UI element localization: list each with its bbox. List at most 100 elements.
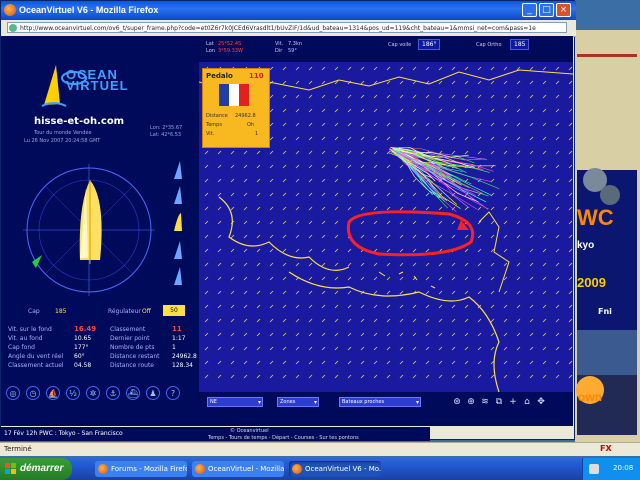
- wheel-tool-icon[interactable]: ✲: [86, 386, 100, 400]
- sail-icon-1[interactable]: [172, 160, 184, 180]
- tray-network-icon[interactable]: [589, 464, 599, 474]
- wind-arrow: [477, 262, 482, 267]
- wind-arrow: [451, 220, 456, 225]
- wind-arrow: [516, 360, 521, 365]
- regulateur-input[interactable]: 50: [163, 305, 185, 316]
- nearby-boats-select[interactable]: Bateaux proches: [339, 397, 421, 407]
- maximize-button[interactable]: □: [539, 3, 554, 17]
- wind-arrow: [399, 192, 404, 197]
- mast-tool-icon[interactable]: ⚓: [106, 386, 120, 400]
- sail-tool-icon[interactable]: ⛵: [46, 386, 60, 400]
- wind-arrow: [308, 94, 313, 99]
- map-zoom-icon[interactable]: ⊕: [465, 396, 477, 408]
- wind-arrow: [334, 318, 339, 323]
- sail-icon-2[interactable]: [172, 185, 184, 205]
- boat-info-popup[interactable]: Pedalo 110 Distance 24962.8 Temps Oh Vit…: [202, 68, 270, 148]
- taskbar-item-oceanvirtuel-v6[interactable]: OceanVirtuel V6 - Mo...: [289, 461, 381, 477]
- wind-arrow: [451, 262, 456, 267]
- url-input[interactable]: http://www.oceanvirtuel.com/ov6_t/super_…: [7, 22, 567, 33]
- wind-arrow: [204, 164, 209, 169]
- compass-rose[interactable]: [14, 160, 164, 300]
- wind-arrow: [386, 360, 391, 365]
- map-expand-icon[interactable]: ✥: [535, 396, 547, 408]
- wind-arrow: [386, 374, 391, 379]
- wind-arrow: [269, 374, 274, 379]
- wind-arrow: [321, 206, 326, 211]
- wind-arrow: [529, 346, 534, 351]
- wind-arrow: [464, 290, 469, 295]
- wind-arrow: [308, 150, 313, 155]
- compass-tool-icon[interactable]: ◎: [6, 386, 20, 400]
- map-home-icon[interactable]: ⌂: [521, 396, 533, 408]
- wind-arrow: [464, 150, 469, 155]
- wind-arrow: [269, 234, 274, 239]
- wind-arrow: [503, 220, 508, 225]
- wind-arrow: [269, 178, 274, 183]
- wind-arrow: [503, 234, 508, 239]
- minimize-button[interactable]: _: [522, 3, 537, 17]
- wind-arrow: [464, 346, 469, 351]
- close-button[interactable]: ×: [556, 3, 571, 17]
- wind-arrow: [282, 360, 287, 365]
- wind-arrow: [321, 234, 326, 239]
- wind-arrow: [295, 374, 300, 379]
- wind-arrow: [217, 206, 222, 211]
- regulateur-value[interactable]: Off: [142, 308, 151, 315]
- map-compass-icon[interactable]: ⊛: [451, 396, 463, 408]
- wind-arrow: [282, 276, 287, 281]
- title-bar[interactable]: OceanVirtuel V6 - Mozilla Firefox _ □ ×: [1, 1, 576, 20]
- half-tool-icon[interactable]: ½: [66, 386, 80, 400]
- map-cross-icon[interactable]: +: [507, 396, 519, 408]
- wind-arrow: [386, 332, 391, 337]
- header-cap-label: Cap voile: [388, 42, 412, 48]
- clock-tool-icon[interactable]: ◷: [26, 386, 40, 400]
- header-dir-label: Dir: [275, 48, 283, 54]
- start-button[interactable]: démarrer: [0, 458, 72, 480]
- person-tool-icon[interactable]: ♟: [146, 386, 160, 400]
- taskbar-item-oceanvirtuel[interactable]: OceanVirtuel - Mozilla...: [192, 461, 284, 477]
- header-cap-value[interactable]: 186°: [418, 39, 441, 50]
- sail-icon-3-selected[interactable]: [172, 212, 184, 232]
- start-label: démarrer: [20, 463, 64, 474]
- sail-icon-4[interactable]: [172, 240, 184, 260]
- wind-arrow: [399, 346, 404, 351]
- address-bar: http://www.oceanvirtuel.com/ov6_t/super_…: [1, 20, 576, 37]
- wind-arrow: [295, 290, 300, 295]
- cap-value[interactable]: 185: [55, 308, 66, 315]
- wind-arrow: [503, 262, 508, 267]
- wind-arrow: [321, 108, 326, 113]
- help-tool-icon[interactable]: ?: [166, 386, 180, 400]
- highlight-circle: [346, 210, 475, 257]
- zones-select[interactable]: Zones: [277, 397, 319, 407]
- wind-arrow: [243, 192, 248, 197]
- wind-arrow: [386, 234, 391, 239]
- wind-arrow: [490, 136, 495, 141]
- wind-arrow: [308, 192, 313, 197]
- wind-arrow: [464, 66, 469, 71]
- wind-arrow: [503, 94, 508, 99]
- sail-icon-5[interactable]: [172, 266, 184, 286]
- map-wind-icon[interactable]: ≋: [479, 396, 491, 408]
- wind-arrow: [321, 374, 326, 379]
- wind-arrow: [334, 192, 339, 197]
- wind-arrow: [464, 276, 469, 281]
- ticker-news[interactable]: 17 Fév 12h PWC : Tokyo - San Francisco: [4, 430, 123, 437]
- wind-arrow: [555, 234, 560, 239]
- wind-arrow: [282, 122, 287, 127]
- wind-arrow: [269, 206, 274, 211]
- boat-tool-icon[interactable]: ⛴: [126, 386, 140, 400]
- wind-arrow: [425, 122, 430, 127]
- header-cap2-value[interactable]: 185: [510, 39, 530, 50]
- wind-arrow: [282, 108, 287, 113]
- wind-arrow: [399, 220, 404, 225]
- wind-arrow: [490, 192, 495, 197]
- map-layers-icon[interactable]: ⧉: [493, 396, 505, 408]
- wind-arrow: [256, 206, 261, 211]
- wind-arrow: [230, 164, 235, 169]
- map-mode-select[interactable]: NE: [207, 397, 263, 407]
- wind-arrow: [295, 150, 300, 155]
- wind-arrow: [516, 80, 521, 85]
- taskbar-item-forums[interactable]: Forums - Mozilla Firefox: [95, 461, 187, 477]
- wind-arrow: [321, 192, 326, 197]
- ticker-links[interactable]: Temps - Tours de temps - Départ - Course…: [208, 435, 359, 441]
